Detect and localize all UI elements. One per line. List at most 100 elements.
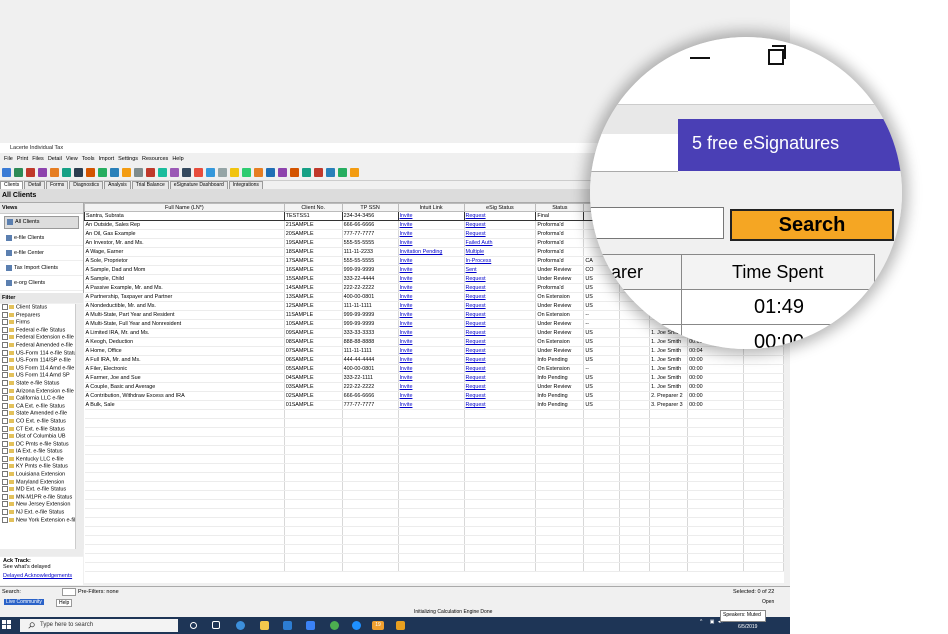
tab-item[interactable]: Detail (24, 181, 46, 189)
expand-icon[interactable] (2, 433, 8, 440)
toolbar-icon[interactable] (134, 168, 143, 177)
table-cell[interactable]: Invite (398, 373, 465, 383)
table-cell[interactable]: Request (464, 373, 537, 383)
column-header[interactable]: Status (535, 203, 585, 212)
table-cell[interactable]: Invite (398, 283, 465, 293)
menu-item[interactable]: Tools (82, 156, 95, 162)
lacerte-badge-icon[interactable]: 19 (372, 621, 384, 630)
menu-item[interactable]: Import (99, 156, 115, 162)
toolbar-icon[interactable] (230, 168, 239, 177)
table-cell[interactable]: Request (463, 211, 537, 221)
expand-icon[interactable] (2, 349, 8, 356)
toolbar-icon[interactable] (302, 168, 311, 177)
expand-icon[interactable] (2, 304, 8, 310)
table-cell[interactable]: Request (464, 310, 537, 320)
table-row[interactable]: A Farmer, Joe and Sue 04SAMPLE 333-22-1111… (84, 373, 784, 383)
table-row[interactable]: A Couple, Basic and Average 03SAMPLE 222-2… (84, 382, 784, 392)
filter-item[interactable]: DC Pmts e-file Status (0, 440, 75, 449)
expand-icon[interactable] (2, 478, 8, 485)
edge-icon[interactable] (236, 621, 245, 630)
delayed-ack-link[interactable]: Delayed Acknowledgements (3, 573, 80, 579)
search-button[interactable]: Search (730, 209, 894, 241)
view-item[interactable]: e-file Clients (0, 231, 83, 246)
store-icon[interactable] (283, 621, 292, 630)
task-view-icon[interactable] (212, 621, 220, 629)
filter-item[interactable]: Federal Extension e-file (0, 334, 75, 342)
menu-item[interactable]: Settings (118, 156, 138, 162)
filter-item[interactable]: US Form 114 Amd e-file (0, 364, 75, 373)
filter-item[interactable]: Arizona Extension e-file (0, 387, 75, 396)
table-cell[interactable]: Sent (464, 265, 537, 275)
lacerte-app-icon[interactable] (396, 621, 405, 630)
menu-item[interactable]: Detail (48, 156, 62, 162)
search-input[interactable] (62, 588, 76, 596)
filter-item[interactable]: Kentucky LLC e-file (0, 455, 75, 464)
toolbar-icon[interactable] (158, 168, 167, 177)
table-cell[interactable]: Request (464, 382, 537, 392)
table-cell[interactable]: Request (464, 364, 537, 374)
toolbar-icon[interactable] (38, 168, 47, 177)
table-cell[interactable]: Failed Auth (464, 238, 537, 248)
filter-item[interactable]: MD Ext. e-file Status (0, 486, 75, 494)
toolbar-icon[interactable] (242, 168, 251, 177)
filter-item[interactable]: CO Ext. e-file Status (0, 417, 75, 426)
tab-item[interactable]: Forms (46, 181, 69, 189)
filter-item[interactable]: MN-M1PR e-file Status (0, 493, 75, 502)
file-explorer-icon[interactable] (260, 621, 269, 630)
toolbar-icon[interactable] (182, 168, 191, 177)
menu-item[interactable]: Resources (142, 156, 168, 162)
filter-item[interactable]: Client Status (0, 304, 75, 312)
toolbar-icon[interactable] (86, 168, 95, 177)
expand-icon[interactable] (2, 334, 8, 341)
table-cell[interactable]: Request (464, 220, 537, 230)
table-cell[interactable]: Invite (398, 265, 465, 275)
filter-item[interactable]: Federal e-file Status (0, 326, 75, 335)
mail-icon[interactable] (306, 621, 315, 630)
toolbar-icon[interactable] (338, 168, 347, 177)
expand-icon[interactable] (2, 410, 8, 417)
menu-item[interactable]: Print (17, 156, 28, 162)
expand-icon[interactable] (2, 319, 8, 326)
toolbar-icon[interactable] (314, 168, 323, 177)
toolbar-icon[interactable] (206, 168, 215, 177)
expand-icon[interactable] (2, 341, 8, 348)
table-cell[interactable]: Request (464, 301, 537, 311)
windows-start-icon[interactable] (2, 620, 11, 629)
table-cell[interactable]: Invite (398, 238, 465, 248)
restore-icon[interactable] (768, 49, 784, 65)
table-cell[interactable]: Invite (398, 301, 465, 311)
filter-item[interactable]: CT Ext. e-file Status (0, 425, 75, 434)
column-header[interactable]: Intuit Link (397, 203, 465, 212)
toolbar-icon[interactable] (26, 168, 35, 177)
toolbar-icon[interactable] (194, 168, 203, 177)
tab-item[interactable]: eSignature Dashboard (169, 181, 228, 189)
view-item[interactable]: Tax Import Clients (0, 261, 83, 276)
expand-icon[interactable] (2, 357, 8, 364)
filter-item[interactable]: Louisiana Extension (0, 471, 75, 479)
filter-hscrollbar[interactable] (0, 549, 83, 556)
expand-icon[interactable] (2, 440, 8, 447)
filter-item[interactable]: NJ Ext. e-file Status (0, 509, 75, 517)
table-cell[interactable]: Request (464, 400, 537, 410)
toolbar-icon[interactable] (122, 168, 131, 177)
toolbar-icon[interactable] (254, 168, 263, 177)
filter-item[interactable]: New York Extension e-file (0, 516, 75, 525)
menu-item[interactable]: View (66, 156, 78, 162)
expand-icon[interactable] (2, 448, 8, 455)
toolbar-icon[interactable] (266, 168, 275, 177)
column-header[interactable]: TP SSN (341, 203, 399, 212)
free-esignatures-button[interactable]: 5 free eSignatures (678, 119, 902, 171)
table-cell[interactable]: Request (464, 292, 537, 302)
table-cell[interactable]: Invite (398, 292, 465, 302)
toolbar-icon[interactable] (62, 168, 71, 177)
tab-item[interactable]: Trial Balance (131, 181, 169, 189)
expand-icon[interactable] (2, 402, 8, 409)
table-cell[interactable]: Invite (398, 337, 465, 347)
table-cell[interactable]: In-Process (464, 256, 537, 266)
expand-icon[interactable] (2, 364, 8, 371)
expand-icon[interactable] (2, 463, 8, 470)
tray-chevron-icon[interactable]: ^ (700, 619, 702, 625)
taskbar-search[interactable]: Type here to search (20, 619, 178, 632)
table-row[interactable]: A Filer, Electronic 05SAMPLE 400-00-0801 In… (84, 364, 784, 374)
column-header[interactable]: Full Name (LN*) (84, 203, 285, 212)
